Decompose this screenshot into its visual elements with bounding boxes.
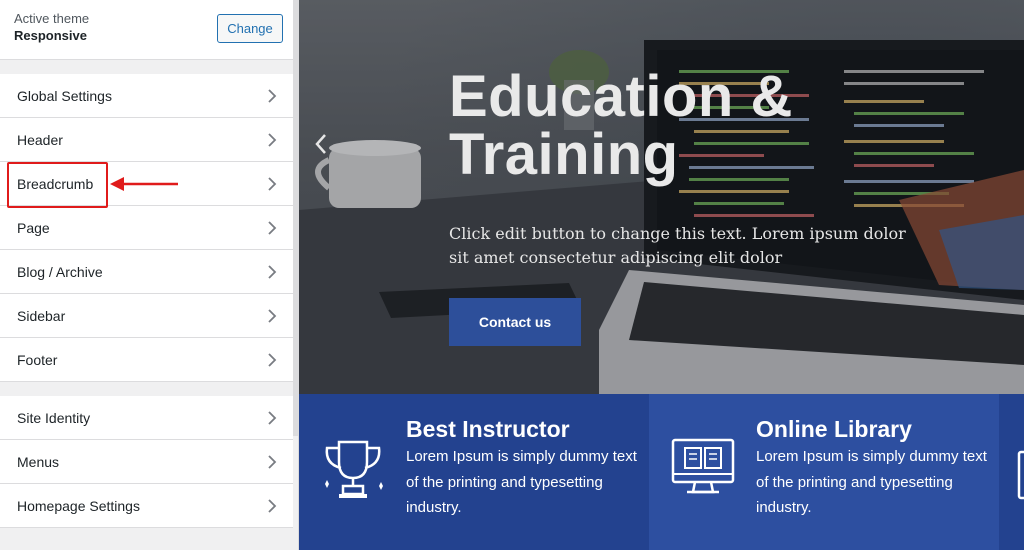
customizer-menu-secondary: Site Identity Menus Homepage Settings: [0, 396, 293, 528]
hero-title-line-2: Training: [449, 122, 679, 187]
chevron-right-icon: [268, 177, 277, 191]
menu-item-site-identity[interactable]: Site Identity: [0, 396, 293, 440]
active-theme-panel: Active theme Responsive Change: [0, 0, 293, 60]
menu-item-label: Global Settings: [17, 88, 112, 104]
feature-title: Online Library: [756, 416, 912, 442]
hero-title: Education & Training: [449, 68, 793, 184]
chevron-right-icon: [268, 411, 277, 425]
menu-item-label: Footer: [17, 352, 58, 368]
monitor-book-icon: [671, 438, 735, 494]
slider-prev-arrow-icon[interactable]: [313, 132, 329, 156]
menu-item-label: Sidebar: [17, 308, 66, 324]
menu-item-label: Page: [17, 220, 50, 236]
menu-item-label: Site Identity: [17, 410, 91, 426]
chevron-right-icon: [268, 309, 277, 323]
menu-item-page[interactable]: Page: [0, 206, 293, 250]
menu-item-label: Homepage Settings: [17, 498, 140, 514]
menu-item-global-settings[interactable]: Global Settings: [0, 74, 293, 118]
feature-online-library: Online Library Lorem Ipsum is simply dum…: [649, 394, 999, 550]
feature-partial: [999, 394, 1024, 550]
menu-item-sidebar[interactable]: Sidebar: [0, 294, 293, 338]
menu-item-label: Menus: [17, 454, 60, 470]
menu-item-label: Blog / Archive: [17, 264, 103, 280]
feature-title: Best Instructor: [406, 416, 570, 442]
chevron-right-icon: [268, 353, 277, 367]
chevron-right-icon: [268, 221, 277, 235]
menu-item-footer[interactable]: Footer: [0, 338, 293, 382]
menu-item-header[interactable]: Header: [0, 118, 293, 162]
chevron-right-icon: [268, 455, 277, 469]
active-theme-name: Responsive: [14, 28, 87, 43]
chevron-right-icon: [268, 265, 277, 279]
annotation-arrow-icon: [110, 177, 178, 191]
feature-text: Lorem Ipsum is simply dummy text of the …: [406, 448, 637, 516]
hero-subtitle: Click edit button to change this text. L…: [449, 224, 906, 267]
customizer-menu-primary: Global Settings Header Breadcrumb Page B…: [0, 74, 293, 382]
annotation-highlight-box: [7, 162, 108, 208]
hero-title-line-1: Education &: [449, 64, 793, 129]
chevron-right-icon: [268, 133, 277, 147]
feature-text: Lorem Ipsum is simply dummy text of the …: [756, 448, 987, 516]
contact-us-button[interactable]: Contact us: [449, 298, 581, 346]
active-theme-label: Active theme: [14, 11, 90, 26]
menu-item-label: Header: [17, 132, 63, 148]
trophy-icon: [325, 440, 383, 498]
customizer-sidebar: Active theme Responsive Change Global Se…: [0, 0, 293, 550]
features-strip: Best Instructor Lorem Ipsum is simply du…: [299, 394, 1024, 550]
chevron-right-icon: [268, 89, 277, 103]
hero-overlay: [299, 0, 1024, 394]
menu-item-homepage-settings[interactable]: Homepage Settings: [0, 484, 293, 528]
menu-item-blog-archive[interactable]: Blog / Archive: [0, 250, 293, 294]
menu-item-menus[interactable]: Menus: [0, 440, 293, 484]
change-theme-button[interactable]: Change: [217, 14, 283, 43]
feature-best-instructor: Best Instructor Lorem Ipsum is simply du…: [299, 394, 649, 550]
device-icon: [1017, 450, 1024, 500]
hero-slider: Education & Training Click edit button t…: [299, 0, 1024, 394]
chevron-right-icon: [268, 499, 277, 513]
